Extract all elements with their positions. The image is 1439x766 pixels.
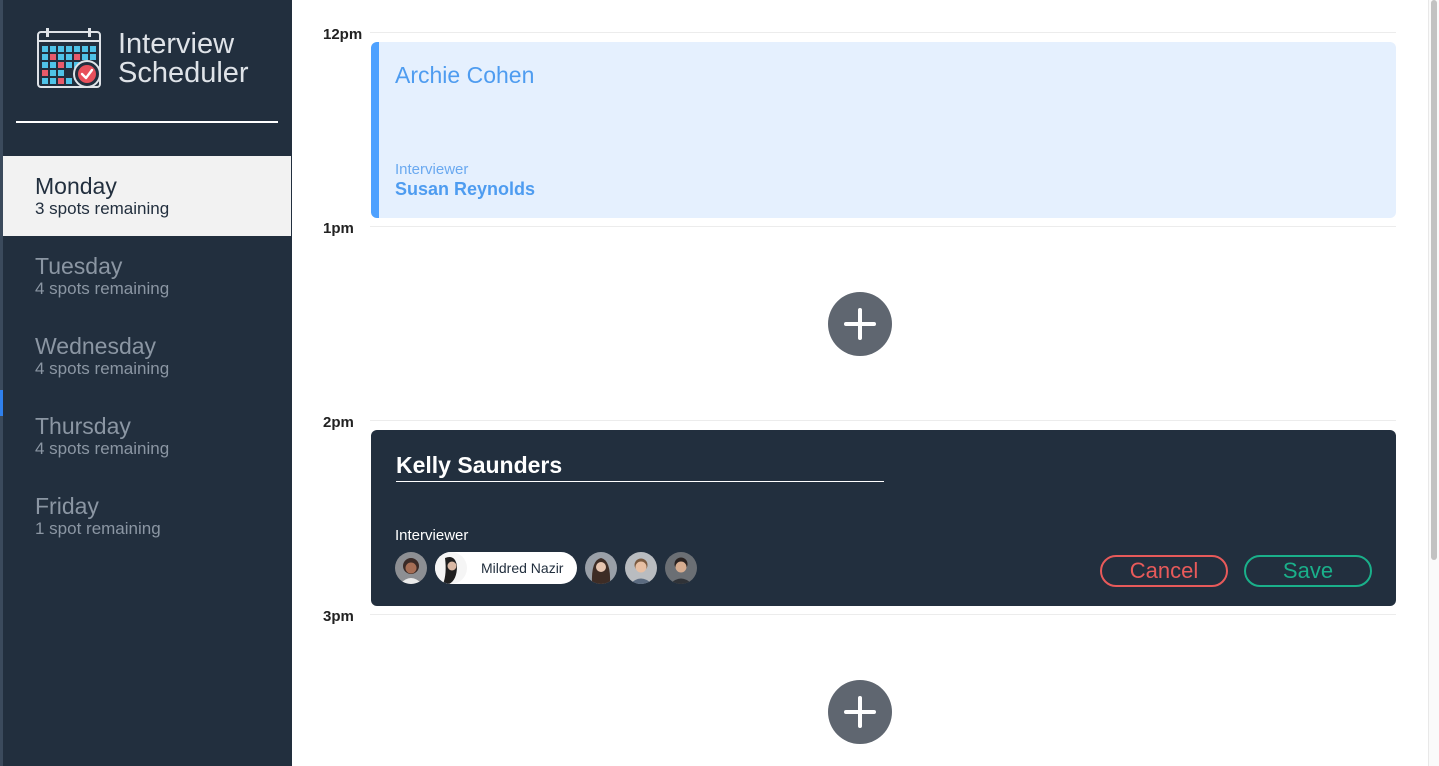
interviewer-avatar: [435, 552, 467, 584]
app-title-line2: Scheduler: [118, 57, 249, 89]
day-spots: 1 spot remaining: [35, 519, 161, 538]
day-spots: 4 spots remaining: [35, 359, 170, 378]
interviewer-avatar[interactable]: [395, 552, 427, 584]
plus-icon-vertical: [858, 308, 862, 340]
interviewer-avatar[interactable]: [625, 552, 658, 584]
day-item-monday[interactable]: Monday 3 spots remaining: [3, 156, 291, 236]
hour-divider: [370, 614, 1396, 615]
day-name: Thursday: [35, 413, 131, 439]
day-item-tuesday[interactable]: Tuesday 4 spots remaining: [3, 236, 291, 316]
interviewer-avatar[interactable]: [665, 552, 698, 584]
interviewer-name: Susan Reynolds: [395, 179, 536, 199]
interviewer-label: Interviewer: [395, 161, 469, 178]
hour-divider: [370, 32, 1396, 33]
scrollbar[interactable]: [1428, 0, 1439, 766]
plus-icon-vertical: [858, 696, 862, 728]
interviewer-label: Interviewer: [395, 527, 469, 544]
hour-label-2pm: 2pm: [323, 414, 354, 431]
calendar-logo-icon: [36, 27, 102, 89]
interviewer-selected[interactable]: Mildred Nazir: [435, 552, 578, 584]
hour-label-1pm: 1pm: [323, 220, 354, 237]
add-appointment-button[interactable]: [828, 680, 892, 744]
day-list: Monday 3 spots remaining Tuesday 4 spots…: [3, 156, 291, 556]
save-button[interactable]: Save: [1244, 555, 1372, 587]
hour-label-3pm: 3pm: [323, 608, 354, 625]
student-name-input[interactable]: [396, 450, 884, 482]
app-root: Interview Scheduler Monday 3 spots remai…: [0, 0, 1439, 766]
app-title-line1: Interview: [118, 28, 235, 60]
day-name: Friday: [35, 493, 99, 519]
day-spots: 3 spots remaining: [35, 199, 170, 218]
add-appointment-button[interactable]: [828, 292, 892, 356]
hour-divider: [370, 226, 1396, 227]
selected-interviewer-name: Mildred Nazir: [481, 560, 564, 576]
day-item-friday[interactable]: Friday 1 spot remaining: [3, 476, 291, 556]
appointment-form: Interviewer: [371, 430, 1396, 606]
interviewer-avatar[interactable]: [585, 552, 618, 584]
day-spots: 4 spots remaining: [35, 439, 170, 458]
hour-label-12pm: 12pm: [323, 26, 363, 43]
day-name: Monday: [35, 173, 117, 199]
scrollbar-thumb[interactable]: [1431, 0, 1437, 560]
day-item-thursday[interactable]: Thursday 4 spots remaining: [3, 396, 291, 476]
day-spots: 4 spots remaining: [35, 279, 170, 298]
interviewer-list: Mildred Nazir: [395, 552, 705, 584]
cancel-button[interactable]: Cancel: [1100, 555, 1228, 587]
sidebar-divider: [16, 121, 278, 123]
student-name: Archie Cohen: [395, 62, 535, 88]
app-title: Interview Scheduler: [118, 30, 249, 88]
day-name: Tuesday: [35, 253, 123, 279]
day-item-wednesday[interactable]: Wednesday 4 spots remaining: [3, 316, 291, 396]
day-name: Wednesday: [35, 333, 157, 359]
hour-divider: [370, 420, 1396, 421]
booked-appointment[interactable]: Archie Cohen Interviewer Susan Reynolds: [371, 42, 1396, 218]
sidebar: Interview Scheduler Monday 3 spots remai…: [0, 0, 292, 766]
